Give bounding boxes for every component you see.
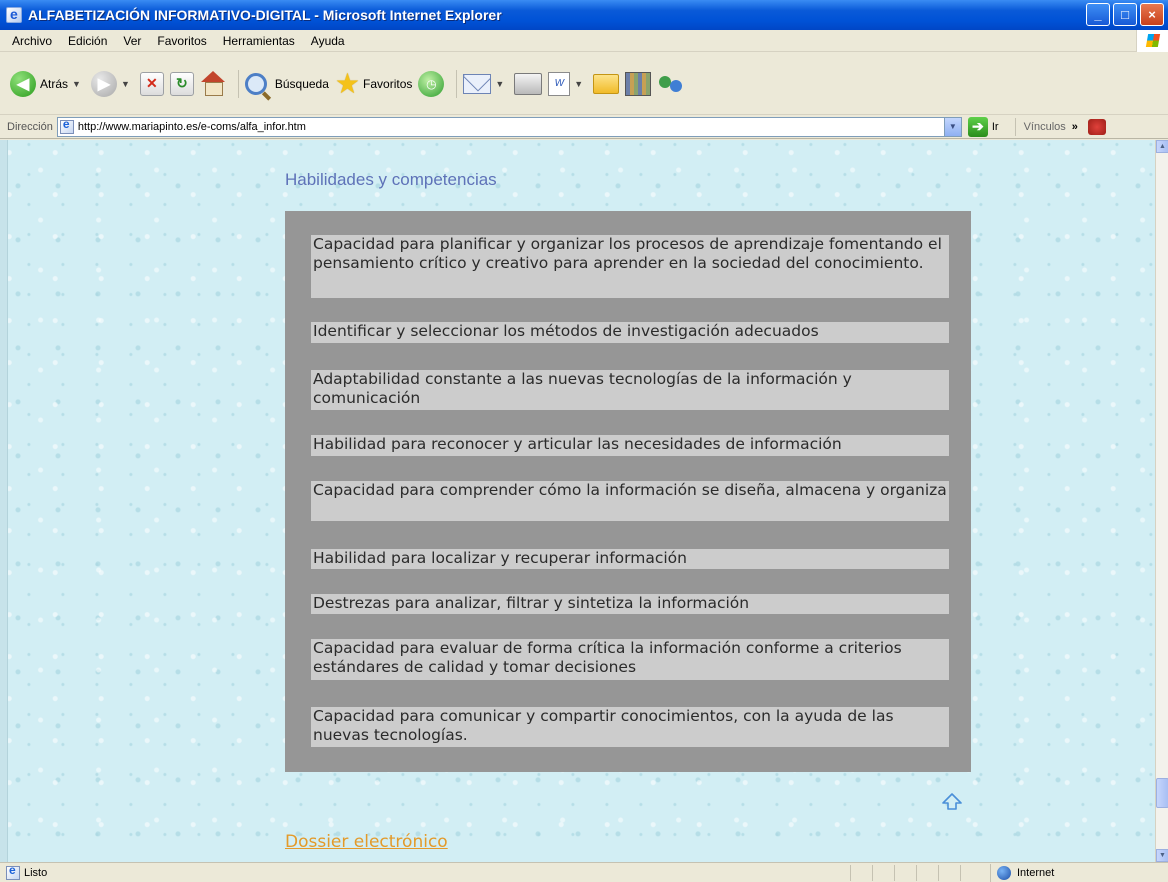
close-button[interactable]: × — [1140, 3, 1164, 26]
home-icon — [200, 70, 226, 97]
edit-button[interactable]: W ▼ — [548, 71, 587, 96]
zone-label: Internet — [1017, 867, 1055, 879]
address-input[interactable]: http://www.mariapinto.es/e-coms/alfa_inf… — [56, 116, 962, 137]
address-url[interactable]: http://www.mariapinto.es/e-coms/alfa_inf… — [78, 121, 306, 133]
status-pane — [916, 865, 938, 881]
folder-button[interactable] — [593, 73, 620, 94]
toolbar-separator — [456, 69, 458, 98]
window-controls: _ □ × — [1086, 3, 1164, 26]
stop-icon: ✕ — [139, 71, 164, 96]
list-item: Capacidad para planificar y organizar lo… — [311, 235, 949, 298]
word-icon: W — [548, 71, 571, 96]
internet-globe-icon — [997, 866, 1011, 880]
status-pane — [960, 865, 982, 881]
messenger-icon — [657, 72, 685, 96]
page-content: Habilidades y competencias Capacidad par… — [0, 140, 1155, 862]
back-button[interactable]: ◀ Atrás ▼ — [10, 70, 85, 97]
status-pane — [850, 865, 872, 881]
page-icon — [59, 117, 74, 134]
research-button[interactable] — [625, 71, 652, 96]
security-zone: Internet — [990, 864, 1168, 882]
menu-archivo[interactable]: Archivo — [4, 34, 60, 48]
maximize-button[interactable]: □ — [1113, 3, 1137, 26]
back-dropdown-icon[interactable]: ▼ — [72, 79, 81, 89]
competencies-panel: Capacidad para planificar y organizar lo… — [285, 211, 971, 772]
refresh-button[interactable]: ↻ — [169, 71, 194, 96]
links-separator — [1014, 117, 1016, 136]
print-icon — [514, 72, 543, 95]
status-pane — [938, 865, 960, 881]
messenger-button[interactable] — [657, 72, 685, 96]
vertical-scrollbar[interactable]: ▲ ▼ — [1155, 140, 1168, 862]
favorites-button[interactable]: ★ Favoritos — [334, 67, 413, 99]
list-item: Habilidad para localizar y recuperar inf… — [311, 549, 949, 569]
status-panes — [850, 865, 982, 881]
favorites-star-icon: ★ — [334, 67, 361, 99]
list-item: Identificar y seleccionar los métodos de… — [311, 322, 949, 343]
list-item: Destrezas para analizar, filtrar y sinte… — [311, 594, 949, 614]
scroll-down-icon[interactable]: ▼ — [1156, 849, 1168, 862]
books-icon — [625, 71, 652, 96]
toolbar-separator — [237, 69, 239, 98]
history-button[interactable]: ◷ — [418, 70, 445, 97]
stop-button[interactable]: ✕ — [139, 71, 164, 96]
menu-bar: Archivo Edición Ver Favoritos Herramient… — [0, 30, 1168, 52]
folder-icon — [593, 73, 620, 94]
list-item: Capacidad para evaluar de forma crítica … — [311, 639, 949, 680]
back-arrow-icon: ◀ — [10, 70, 36, 97]
windows-logo-icon — [1136, 30, 1168, 52]
list-item: Adaptabilidad constante a las nuevas tec… — [311, 370, 949, 410]
menu-ayuda[interactable]: Ayuda — [303, 34, 353, 48]
list-item: Capacidad para comprender cómo la inform… — [311, 481, 949, 521]
go-arrow-icon[interactable]: ➔ — [967, 116, 988, 137]
mail-icon — [463, 73, 492, 94]
address-bar: Dirección http://www.mariapinto.es/e-com… — [0, 115, 1168, 139]
mail-dropdown-icon[interactable]: ▼ — [495, 79, 504, 89]
title-bar: ALFABETIZACIÓN INFORMATIVO-DIGITAL - Mic… — [0, 0, 1168, 30]
list-item: Capacidad para comunicar y compartir con… — [311, 707, 949, 747]
scroll-thumb[interactable] — [1156, 778, 1168, 808]
menu-ver[interactable]: Ver — [115, 34, 149, 48]
section-heading: Habilidades y competencias — [285, 170, 497, 189]
list-item: Habilidad para reconocer y articular las… — [311, 435, 949, 456]
forward-button[interactable]: ▶ ▼ — [90, 70, 134, 97]
minimize-button[interactable]: _ — [1086, 3, 1110, 26]
address-dropdown-icon[interactable]: ▼ — [943, 117, 961, 136]
window-title: ALFABETIZACIÓN INFORMATIVO-DIGITAL - Mic… — [28, 7, 502, 23]
search-label: Búsqueda — [274, 76, 329, 91]
print-button[interactable] — [514, 72, 543, 95]
go-label[interactable]: Ir — [992, 121, 999, 133]
search-button[interactable]: Búsqueda — [244, 72, 329, 95]
status-text: Listo — [24, 866, 48, 879]
back-to-top-arrow-icon[interactable] — [942, 793, 962, 811]
forward-dropdown-icon[interactable]: ▼ — [121, 79, 130, 89]
home-button[interactable] — [200, 70, 226, 97]
ie-icon — [6, 6, 22, 23]
menu-edicion[interactable]: Edición — [60, 34, 115, 48]
search-icon — [244, 72, 267, 95]
dossier-link[interactable]: Dossier electrónico — [285, 832, 448, 852]
links-label[interactable]: Vínculos — [1024, 121, 1066, 133]
history-icon: ◷ — [418, 70, 445, 97]
scroll-up-icon[interactable]: ▲ — [1156, 140, 1168, 153]
status-pane — [894, 865, 916, 881]
standard-toolbar: ◀ Atrás ▼ ▶ ▼ ✕ ↻ Búsqueda ★ Favoritos ◷… — [0, 53, 1168, 115]
favorites-label: Favoritos — [363, 76, 413, 91]
links-chevron-icon[interactable]: » — [1072, 121, 1078, 133]
mail-button[interactable]: ▼ — [463, 73, 508, 94]
edit-dropdown-icon[interactable]: ▼ — [574, 79, 583, 89]
forward-arrow-icon: ▶ — [90, 70, 117, 97]
toolbar-addon-icon[interactable] — [1087, 118, 1106, 135]
menu-favoritos[interactable]: Favoritos — [149, 34, 214, 48]
status-bar: Listo Internet — [0, 862, 1168, 882]
refresh-icon: ↻ — [169, 71, 194, 96]
menu-herramientas[interactable]: Herramientas — [215, 34, 303, 48]
page-status-icon — [6, 863, 20, 880]
status-pane — [872, 865, 894, 881]
back-label: Atrás — [40, 76, 69, 91]
address-label: Dirección — [7, 120, 53, 133]
